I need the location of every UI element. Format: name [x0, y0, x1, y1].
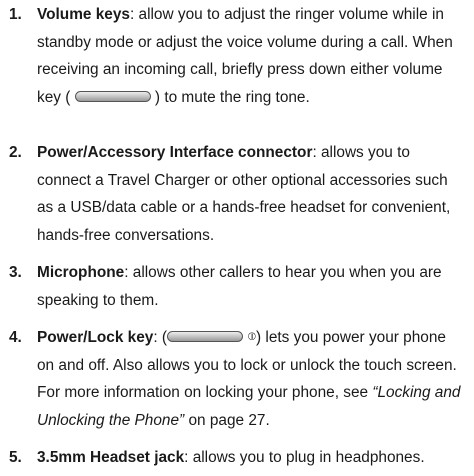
- item-number: 4.: [9, 329, 22, 346]
- item-term: 3.5mm Headset jack: [37, 449, 185, 466]
- power-icon: ⦶: [248, 331, 257, 344]
- item-number: 1.: [9, 6, 22, 23]
- item-text-end: ) to mute the ring tone.: [154, 88, 310, 106]
- list-item-headset-jack: 5. 3.5mm Headset jack: allows you to plu…: [0, 444, 474, 472]
- manual-page: 1. Volume keys: allow you to adjust the …: [0, 0, 474, 476]
- side-key-icon: [167, 331, 244, 343]
- item-term: Volume keys: [37, 6, 130, 23]
- side-key-icon: [74, 90, 151, 102]
- item-text-end: on page 27.: [184, 411, 270, 429]
- list-item-power-lock-key: 4. Power/Lock key: (⦶) lets you power yo…: [0, 324, 474, 434]
- item-term: Power/Lock key: [37, 329, 154, 346]
- item-term: Power/Accessory Interface connector: [37, 144, 313, 161]
- item-text: : (: [153, 329, 168, 346]
- item-number: 5.: [9, 449, 22, 466]
- item-text: : allows you to plug in headphones.: [184, 449, 425, 466]
- list-item-accessory-connector: 2. Power/Accessory Interface connector: …: [0, 139, 474, 249]
- item-number: 3.: [9, 264, 22, 281]
- list-item-volume-keys: 1. Volume keys: allow you to adjust the …: [0, 1, 474, 111]
- list-item-microphone: 3. Microphone: allows other callers to h…: [0, 259, 474, 314]
- item-term: Microphone: [37, 264, 125, 281]
- item-number: 2.: [9, 144, 22, 161]
